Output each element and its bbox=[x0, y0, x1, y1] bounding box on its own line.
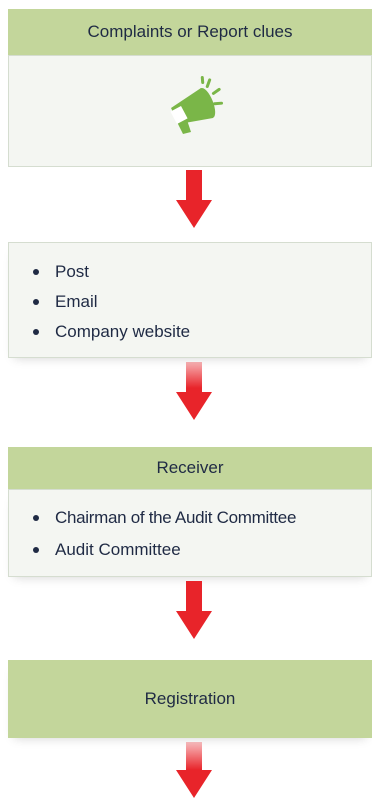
channels-list: Post Email Company website bbox=[9, 243, 371, 347]
channel-email: Email bbox=[9, 287, 371, 317]
megaphone-icon bbox=[157, 74, 229, 138]
complaints-header: Complaints or Report clues bbox=[8, 9, 372, 55]
flow-arrow-1 bbox=[174, 170, 214, 230]
flow-arrow-4 bbox=[174, 742, 214, 800]
receiver-title: Receiver bbox=[156, 458, 224, 477]
registration-box: Registration bbox=[8, 660, 372, 738]
channel-company-website: Company website bbox=[9, 317, 371, 347]
channels-box: Post Email Company website bbox=[8, 242, 372, 358]
flow-arrow-3 bbox=[174, 581, 214, 641]
complaints-body bbox=[8, 55, 372, 167]
receiver-list: Chairman of the Audit Committee Audit Co… bbox=[9, 490, 371, 566]
receiver-chairman: Chairman of the Audit Committee bbox=[9, 502, 371, 534]
receiver-body: Chairman of the Audit Committee Audit Co… bbox=[8, 489, 372, 577]
receiver-header: Receiver bbox=[8, 447, 372, 489]
complaints-title: Complaints or Report clues bbox=[87, 22, 293, 41]
registration-title: Registration bbox=[144, 689, 236, 708]
flow-arrow-2 bbox=[174, 362, 214, 422]
receiver-audit-committee: Audit Committee bbox=[9, 534, 371, 566]
channel-post: Post bbox=[9, 257, 371, 287]
